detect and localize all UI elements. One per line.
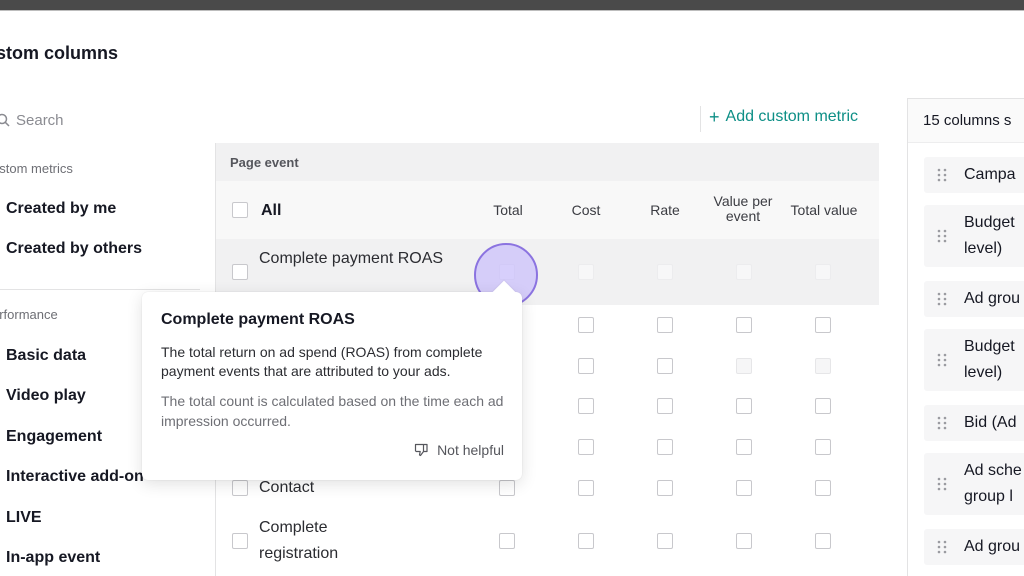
value-per-event-checkbox[interactable] [736, 439, 752, 455]
total-value-checkbox[interactable] [815, 398, 831, 414]
column-header-rate: Rate [650, 202, 680, 218]
rate-checkbox[interactable] [657, 358, 673, 374]
total-value-checkbox[interactable] [815, 439, 831, 455]
column-header-row: Total Cost Rate Value per event Total va… [216, 181, 879, 239]
drag-handle-icon [937, 477, 947, 491]
row-checkbox[interactable] [232, 264, 248, 280]
rate-checkbox[interactable] [657, 398, 673, 414]
rate-checkbox[interactable] [657, 317, 673, 333]
rate-checkbox[interactable] [657, 439, 673, 455]
divider [700, 106, 701, 132]
add-custom-metric-button[interactable]: + Add custom metric [709, 108, 858, 126]
selected-column-item[interactable]: Ad grou [924, 529, 1024, 565]
selected-column-label: Ad sche group l [964, 462, 1022, 505]
drag-handle-icon [937, 353, 947, 367]
cost-checkbox[interactable] [578, 317, 594, 333]
column-header-value-per-event: Value per event [713, 193, 773, 224]
add-custom-metric-label: Add custom metric [725, 108, 858, 125]
value-per-event-checkbox[interactable] [736, 533, 752, 549]
total-checkbox[interactable] [499, 480, 515, 496]
rate-checkbox[interactable] [657, 480, 673, 496]
tooltip-title: Complete payment ROAS [161, 311, 355, 328]
cost-checkbox[interactable] [578, 439, 594, 455]
row-checkbox[interactable] [232, 480, 248, 496]
selected-column-label: Bid (Ad [964, 414, 1017, 431]
value-per-event-checkbox[interactable] [736, 264, 752, 280]
cost-checkbox[interactable] [578, 264, 594, 280]
tooltip-note: The total count is calculated based on t… [161, 393, 504, 429]
sidebar-item-in-app-event[interactable]: In-app event [6, 549, 100, 567]
row-checkbox[interactable] [232, 533, 248, 549]
sidebar-item-live[interactable]: LIVE [6, 509, 42, 527]
drag-handle-icon [937, 292, 947, 306]
value-per-event-checkbox[interactable] [736, 317, 752, 333]
window-top-bar [0, 0, 1024, 11]
sidebar-item-created-by-others[interactable]: Created by others [6, 240, 142, 258]
value-per-event-checkbox[interactable] [736, 480, 752, 496]
value-per-event-checkbox[interactable] [736, 398, 752, 414]
drag-handle-icon [937, 540, 947, 554]
value-per-event-checkbox[interactable] [736, 358, 752, 374]
sidebar-heading-custom-metrics: ustom metrics [0, 161, 73, 176]
selected-column-item[interactable]: Budget level) [924, 205, 1024, 267]
cost-checkbox[interactable] [578, 533, 594, 549]
selected-column-item[interactable]: Ad sche group l [924, 453, 1024, 515]
sidebar-item-engagement[interactable]: Engagement [6, 428, 102, 446]
not-helpful-button[interactable]: Not helpful [414, 442, 504, 458]
all-label: All [261, 202, 282, 219]
total-value-checkbox[interactable] [815, 317, 831, 333]
sidebar-divider [0, 289, 200, 290]
select-all-checkbox[interactable] [232, 202, 248, 218]
selected-columns-count: 15 columns s [923, 112, 1012, 129]
drag-handle-icon [937, 168, 947, 182]
drag-handle-icon [937, 229, 947, 243]
column-header-total: Total [493, 202, 523, 218]
selected-column-label: Budget level) [964, 338, 1015, 381]
plus-icon: + [709, 107, 720, 127]
metric-tooltip: Complete payment ROAS The total return o… [142, 280, 522, 480]
selected-columns-panel: 15 columns s Campa Budget level) Ad grou… [907, 98, 1024, 576]
thumbs-down-icon [414, 443, 428, 457]
rate-checkbox[interactable] [657, 264, 673, 280]
drag-handle-icon [937, 416, 947, 430]
sidebar-item-video-play[interactable]: Video play [6, 387, 86, 405]
search-icon [0, 113, 10, 127]
search-input[interactable] [16, 111, 316, 129]
row-label: Complete payment ROAS [259, 250, 444, 267]
sidebar-item-created-by-me[interactable]: Created by me [6, 200, 116, 218]
selected-column-label: Ad grou [964, 538, 1021, 555]
total-value-checkbox[interactable] [815, 533, 831, 549]
selected-column-item[interactable]: Bid (Ad [924, 405, 1024, 441]
row-label: Complete registration [259, 519, 339, 562]
group-header-label: Page event [230, 155, 299, 170]
sidebar-item-basic-data[interactable]: Basic data [6, 347, 86, 365]
total-checkbox[interactable] [499, 533, 515, 549]
total-value-checkbox[interactable] [815, 480, 831, 496]
page-title: stom columns [0, 43, 119, 63]
cost-checkbox[interactable] [578, 358, 594, 374]
selected-column-item[interactable]: Campa [924, 157, 1024, 193]
sidebar-item-interactive-add-on[interactable]: Interactive add-on [6, 468, 144, 486]
total-value-checkbox[interactable] [815, 264, 831, 280]
column-header-cost: Cost [571, 202, 601, 218]
column-header-total-value: Total value [790, 202, 858, 218]
selected-column-item[interactable]: Ad grou [924, 281, 1024, 317]
cost-checkbox[interactable] [578, 480, 594, 496]
selected-column-label: Budget level) [964, 214, 1015, 257]
group-header: Page event [216, 143, 879, 181]
cost-checkbox[interactable] [578, 398, 594, 414]
selected-column-item[interactable]: Budget level) [924, 329, 1024, 391]
total-value-checkbox[interactable] [815, 358, 831, 374]
selected-column-label: Ad grou [964, 290, 1021, 307]
sidebar-heading-performance: erformance [0, 307, 58, 322]
not-helpful-label: Not helpful [437, 442, 504, 458]
selected-column-label: Campa [964, 166, 1016, 183]
search-bar [0, 104, 696, 136]
tooltip-description: The total return on ad spend (ROAS) from… [161, 344, 483, 379]
rate-checkbox[interactable] [657, 533, 673, 549]
